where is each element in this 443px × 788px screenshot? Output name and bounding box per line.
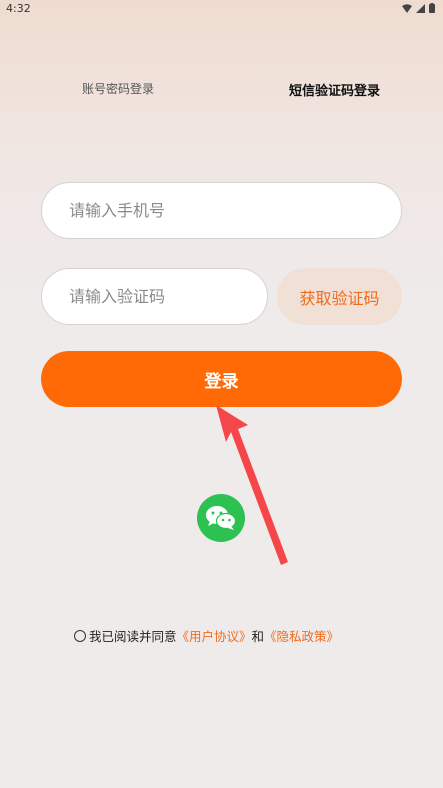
agreement-conjunction: 和 (251, 629, 265, 644)
status-icons (402, 3, 435, 13)
phone-field[interactable] (41, 182, 402, 239)
get-code-button[interactable]: 获取验证码 (277, 268, 402, 325)
user-agreement-link[interactable]: 《用户协议》 (177, 626, 252, 645)
code-input[interactable] (69, 287, 267, 306)
tab-password-login[interactable]: 账号密码登录 (82, 80, 154, 97)
login-button[interactable]: 登录 (41, 351, 402, 407)
phone-input[interactable] (69, 201, 401, 220)
privacy-policy-link[interactable]: 《隐私政策》 (264, 626, 339, 645)
tab-sms-login[interactable]: 短信验证码登录 (289, 80, 380, 99)
agreement-prefix: 我已阅读并同意 (89, 629, 177, 644)
signal-icon (416, 3, 425, 13)
agreement-row: 我已阅读并同意 《用户协议》 和 《隐私政策》 (74, 626, 339, 645)
wifi-icon (402, 3, 412, 13)
agreement-radio[interactable] (74, 629, 86, 642)
wechat-login-button[interactable] (197, 494, 245, 542)
battery-icon (429, 3, 435, 13)
wechat-icon (206, 506, 237, 530)
code-field[interactable] (41, 268, 268, 325)
status-time: 4:32 (6, 2, 31, 15)
status-bar: 4:32 (0, 0, 443, 18)
